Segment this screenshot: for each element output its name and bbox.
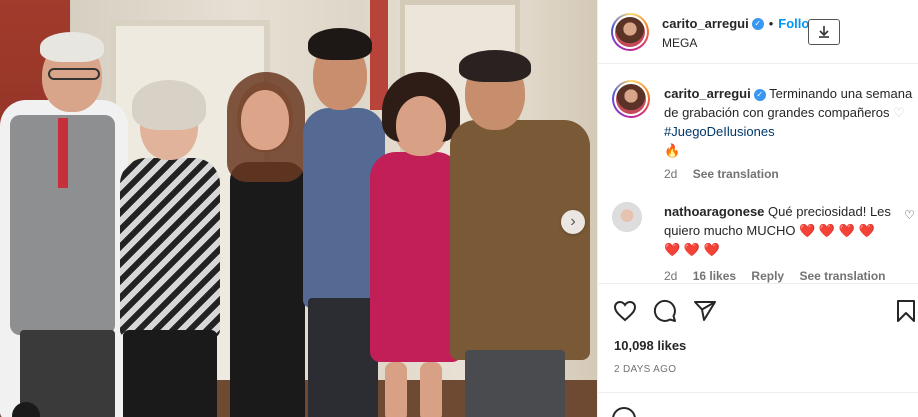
- emoji-icon[interactable]: [612, 407, 636, 417]
- comment-icon: [653, 299, 676, 322]
- person-1: [0, 30, 130, 417]
- fire-emoji-icon: 🔥: [664, 143, 681, 158]
- post-location[interactable]: MEGA: [662, 36, 697, 50]
- author-avatar[interactable]: [611, 13, 649, 51]
- save-button[interactable]: [893, 298, 918, 324]
- post-header: carito_arregui ✓ • Follo MEGA: [598, 0, 918, 64]
- comment-age[interactable]: 2d: [664, 269, 677, 283]
- separator-dot: •: [768, 16, 774, 31]
- post-photo[interactable]: ›: [0, 0, 597, 417]
- comment-reply-button[interactable]: Reply: [751, 269, 784, 283]
- like-count[interactable]: 10,098 likes: [614, 338, 686, 353]
- author-username[interactable]: carito_arregui: [662, 16, 749, 31]
- comment-see-translation[interactable]: See translation: [799, 269, 885, 283]
- verified-badge-icon: ✓: [751, 17, 764, 30]
- commenter-username[interactable]: nathoaragonese: [664, 204, 764, 219]
- verified-badge-icon: ✓: [753, 88, 766, 101]
- caption-avatar[interactable]: [612, 80, 650, 118]
- follow-button[interactable]: Follo: [778, 16, 809, 31]
- action-bar: [598, 283, 918, 333]
- comment-button[interactable]: [652, 298, 678, 324]
- comment-like-heart-icon[interactable]: ♡: [904, 208, 915, 222]
- caption-body: carito_arregui ✓ Terminando una semana de…: [664, 84, 914, 184]
- commenter-avatar[interactable]: [612, 202, 642, 232]
- download-icon: [819, 26, 829, 38]
- person-2: [115, 80, 225, 417]
- chevron-right-icon: ›: [570, 213, 576, 230]
- download-button[interactable]: [808, 19, 840, 45]
- comment-body: nathoaragonese Qué preciosidad! Les quie…: [664, 202, 894, 286]
- add-comment-row: [598, 392, 918, 417]
- caption-see-translation[interactable]: See translation: [693, 167, 779, 181]
- caption-username[interactable]: carito_arregui: [664, 86, 751, 101]
- next-photo-button[interactable]: ›: [561, 210, 585, 234]
- like-button[interactable]: [612, 298, 638, 324]
- post-date[interactable]: 2 DAYS AGO: [614, 364, 676, 375]
- caption-age[interactable]: 2d: [664, 167, 677, 181]
- caption-hashtag[interactable]: #JuegoDeIlusiones: [664, 124, 775, 139]
- post-side-panel: carito_arregui ✓ • Follo MEGA carito_arregu…: [597, 0, 918, 417]
- share-button[interactable]: [692, 298, 718, 324]
- bookmark-icon: [897, 300, 915, 322]
- white-heart-icon: ♡: [893, 105, 905, 120]
- share-icon: [694, 301, 716, 321]
- heart-icon: [613, 300, 637, 322]
- comment-likes[interactable]: 16 likes: [693, 269, 736, 283]
